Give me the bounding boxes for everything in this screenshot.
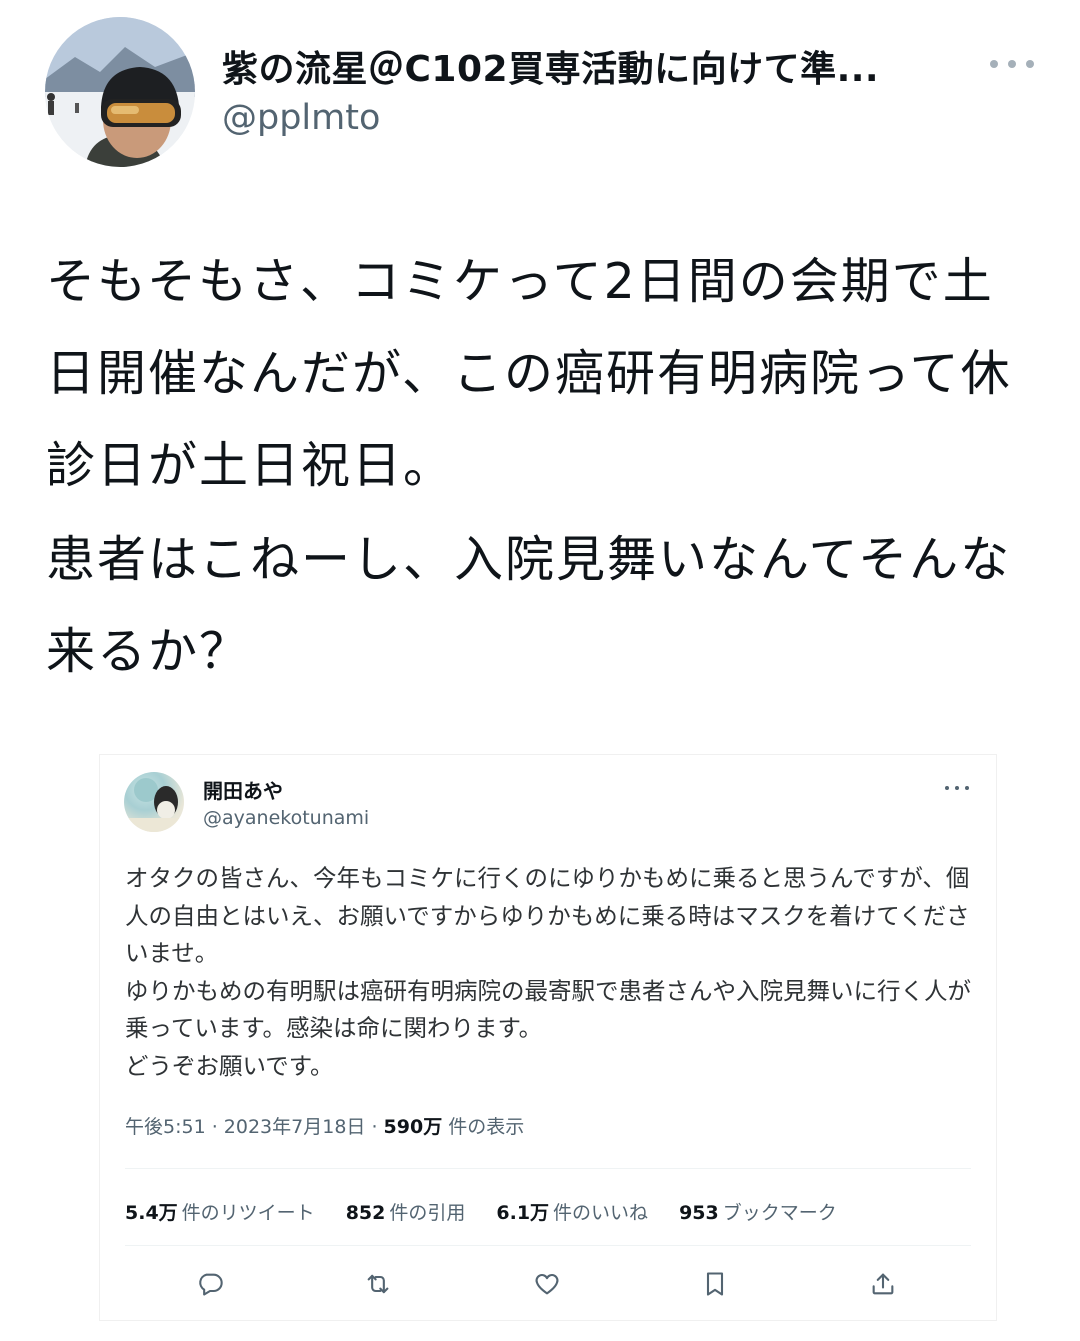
bookmark-icon [698, 1267, 732, 1301]
quotes-stat: 852 件の引用 [345, 1202, 466, 1224]
retweets-stat: 5.4万 件のリツイート [125, 1202, 315, 1224]
retweet-icon [361, 1267, 395, 1301]
quoted-time: 午後5:51 · 2023年7月18日 · [125, 1116, 384, 1138]
quoted-stats: 5.4万 件のリツイート 852 件の引用 6.1万 件のいいね 953 ブックマーク [125, 1198, 868, 1225]
author-avatar[interactable] [45, 17, 195, 167]
author-display-name[interactable]: 紫の流星＠C102買専活動に向けて準... [222, 40, 879, 92]
tweet-paragraph: 患者はこねーし、入院見舞いなんてそんな来るか？ [46, 531, 1012, 680]
share-icon [866, 1267, 900, 1301]
quoted-views-label: 件の表示 [442, 1116, 525, 1138]
bookmarks-stat: 953 ブックマーク [679, 1202, 837, 1224]
like-icon [530, 1267, 564, 1301]
tweet-text: そもそもさ、コミケって2日間の会期で土日開催なんだが、この癌研有明病院って休診日… [46, 236, 1036, 698]
more-options-icon[interactable] [990, 44, 1034, 84]
quoted-more-icon [945, 781, 969, 795]
quoted-author-avatar [124, 772, 184, 832]
divider [125, 1168, 971, 1169]
divider [125, 1245, 971, 1246]
quoted-tweet-text: オタクの皆さん、今年もコミケに行くのにゆりかもめに乗ると思うんですが、個人の自由… [125, 864, 971, 1080]
reply-icon [193, 1267, 227, 1301]
quoted-handle: @ayanekotunami [203, 807, 370, 829]
quoted-views-count: 590万 [383, 1116, 443, 1138]
likes-stat: 6.1万 件のいいね [496, 1202, 649, 1224]
quoted-timestamp: 午後5:51 · 2023年7月18日 · 590万 件の表示 [125, 1112, 524, 1139]
quoted-display-name: 開田あや [203, 779, 283, 803]
author-handle[interactable]: @pplmto [222, 98, 380, 138]
quoted-tweet-image[interactable]: 開田あや @ayanekotunami オタクの皆さん、今年もコミケに行くのにゆ… [100, 755, 996, 1320]
tweet-paragraph: そもそもさ、コミケって2日間の会期で土日開催なんだが、この癌研有明病院って休診日… [46, 253, 1012, 494]
quoted-action-bar [100, 1267, 996, 1301]
